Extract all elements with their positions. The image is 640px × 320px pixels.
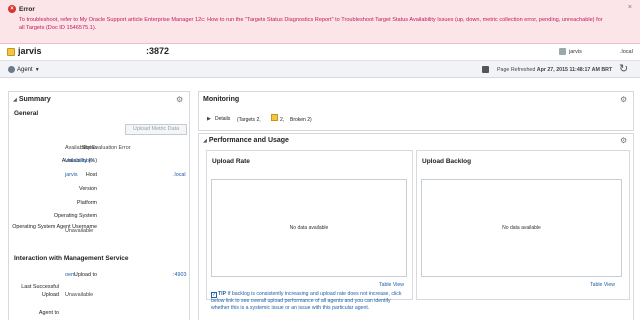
version-label: Version	[79, 186, 97, 192]
upload-rate-table-view-link[interactable]: Table View	[379, 282, 404, 288]
targets-count: 2,	[280, 117, 285, 123]
page-refreshed-value: Apr 27, 2015 11:48:17 AM BRT	[536, 67, 613, 73]
upload-to-port[interactable]: :4903	[173, 272, 187, 278]
error-header: × Error	[8, 5, 35, 13]
upload-backlog-no-data: No data available	[502, 225, 541, 232]
general-section-title: General	[14, 110, 39, 117]
refresh-icon[interactable]: ↻	[619, 63, 628, 75]
page-refreshed-label: Page Refreshed	[497, 67, 536, 73]
close-icon[interactable]: ×	[628, 4, 632, 11]
upload-to-value[interactable]: oem	[65, 272, 76, 278]
agent-to-label: Agent to	[38, 310, 59, 316]
host-domain[interactable]: .local	[173, 172, 186, 178]
target-port: :3872	[146, 46, 170, 56]
os-agent-username-value: Unavailable	[65, 228, 94, 234]
performance-title-text: Performance and Usage	[208, 137, 289, 144]
toolbar: Agent ▼ Page Refreshed Apr 27, 2015 11:4…	[0, 60, 640, 78]
error-message: To troubleshoot, refer to My Oracle Supp…	[19, 17, 603, 31]
target-header: jarvis :3872 jarvis .local	[0, 44, 640, 60]
tip-message: If backlog is consistently increasing an…	[211, 291, 402, 312]
operating-system-label: Operating System	[53, 213, 97, 219]
host-value[interactable]: jarvis	[65, 172, 78, 178]
collapse-icon[interactable]: ◢	[203, 138, 207, 144]
tip-label: TIP	[218, 291, 227, 297]
checkbox-icon[interactable]: ✓	[211, 292, 217, 298]
last-upload-label: Last Successful Upload	[21, 284, 59, 298]
host-label: Host	[85, 172, 97, 178]
page-refreshed: Page Refreshed Apr 27, 2015 11:48:17 AM …	[497, 67, 612, 73]
upload-metric-data-button[interactable]: Upload Metric Data	[125, 124, 187, 135]
monitoring-title: Monitoring	[203, 96, 240, 103]
summary-panel: ◢ Summary ⚙ General Upload Metric Data S…	[8, 91, 190, 320]
target-host-link[interactable]: jarvis	[569, 49, 582, 55]
upload-to-label: Upload to	[73, 272, 97, 278]
status-value: Availability Evaluation Error	[65, 145, 131, 151]
agent-menu-label: Agent	[17, 66, 33, 73]
interaction-section-title: Interaction with Management Service	[14, 255, 129, 262]
upload-rate-chart: No data available	[211, 179, 407, 277]
agent-menu-button[interactable]: Agent ▼	[8, 66, 40, 73]
upload-backlog-table-view-link[interactable]: Table View	[590, 282, 615, 288]
tip-text: ✓ TIP If backlog is consistently increasi…	[211, 291, 407, 313]
summary-title-text: Summary	[18, 96, 51, 103]
details-label: Details	[215, 116, 231, 122]
error-title: Error	[19, 5, 35, 13]
target-domain: .local	[620, 49, 633, 55]
error-banner: × Error To troubleshoot, refer to My Ora…	[0, 0, 640, 44]
expand-icon[interactable]: ▶	[207, 116, 211, 122]
gear-icon[interactable]: ⚙	[620, 137, 628, 145]
gear-icon[interactable]: ⚙	[176, 96, 184, 104]
last-upload-value: Unavailable	[65, 292, 94, 298]
monitoring-panel: Monitoring ⚙ ▶ Details (Targets 2, 2, Br…	[198, 91, 634, 131]
collapse-icon[interactable]: ◢	[13, 97, 17, 103]
availability-value[interactable]: Unavailable	[65, 158, 93, 164]
save-icon[interactable]	[482, 66, 489, 73]
target-name: jarvis	[18, 46, 42, 56]
gear-icon[interactable]: ⚙	[620, 96, 628, 104]
error-icon: ×	[8, 5, 16, 13]
targets-text: (Targets 2,	[237, 117, 261, 123]
upload-rate-no-data: No data available	[289, 225, 329, 232]
upload-rate-title: Upload Rate	[212, 158, 250, 165]
summary-title: ◢ Summary	[13, 96, 51, 103]
upload-backlog-chart: No data available	[421, 179, 622, 277]
host-icon	[559, 48, 566, 55]
performance-title: ◢ Performance and Usage	[203, 137, 289, 144]
broken-text: Broken 2)	[290, 117, 312, 123]
warning-icon	[271, 114, 278, 121]
upload-backlog-title: Upload Backlog	[422, 158, 472, 165]
platform-label: Platform	[76, 200, 97, 206]
agent-target-icon	[7, 48, 15, 56]
chevron-down-icon: ▼	[34, 66, 40, 73]
agent-icon	[8, 66, 15, 73]
